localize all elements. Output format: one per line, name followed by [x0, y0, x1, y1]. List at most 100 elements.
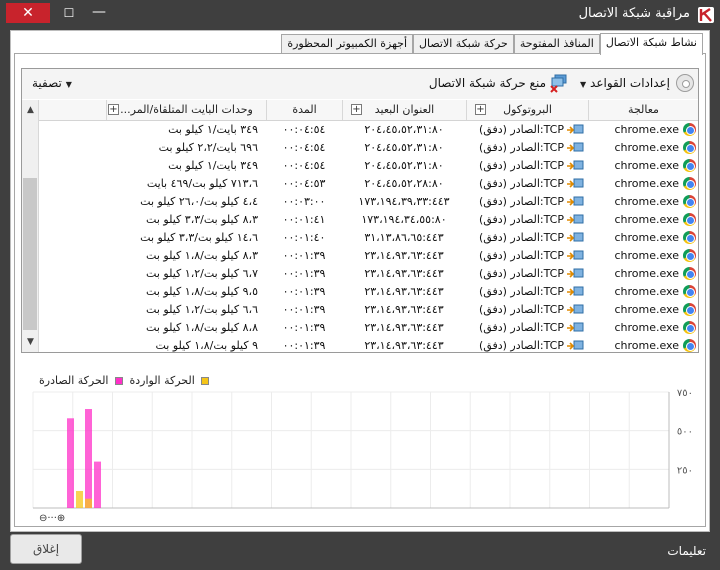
block-traffic-icon[interactable] [550, 73, 568, 93]
remote-address-cell: ٢٠٤،٤٥،٥٢،٣١:٨٠ [364, 141, 444, 154]
duration-cell: ٠٠:٠٤:٥٣ [282, 177, 326, 190]
footer-bar: إغلاق تعليمات [0, 532, 720, 570]
table-row[interactable]: chrome.exe TCP:الصادر (دفق) ٢٣،١٤،٩٣،٦٣:٤٤… [39, 265, 698, 283]
help-link[interactable]: تعليمات [667, 544, 706, 558]
column-header-bytes[interactable]: وحدات البايت المتلقاة/المر... [106, 100, 266, 120]
column-header-duration[interactable]: المدة [266, 100, 342, 120]
incoming-traffic-bar [94, 461, 101, 508]
remote-address-cell: ٢٣،١٤،٩٣،٦٣:٤٤٣ [364, 303, 444, 316]
minimize-button[interactable]: — [88, 3, 110, 23]
table-row[interactable]: chrome.exe TCP:الصادر (دفق) ٢٣،١٤،٩٣،٦٣:٤٤… [39, 301, 698, 319]
chevron-down-icon: ▼ [65, 80, 72, 89]
incoming-traffic-bar [67, 418, 74, 508]
maximize-button[interactable]: ☐ [58, 3, 80, 23]
expand-protocol-icon[interactable]: + [475, 104, 486, 115]
protocol-text: TCP:الصادر (دفق) [478, 195, 564, 208]
process-name: chrome.exe [614, 321, 679, 334]
incoming-traffic-bar [85, 409, 92, 508]
y-tick-label: ٧٥٠ [677, 388, 693, 399]
process-cell: chrome.exe [588, 157, 696, 175]
scroll-down-icon[interactable]: ▼ [22, 332, 39, 352]
network-monitor-window: ✕ ☐ — مراقبة شبكة الاتصال نشاط شبكة الات… [0, 0, 720, 570]
outgoing-connection-icon [567, 160, 584, 170]
protocol-text: TCP:الصادر (دفق) [478, 231, 564, 244]
chrome-icon [683, 249, 696, 262]
table-row[interactable]: chrome.exe TCP:الصادر (دفق) ١٧٣،١٩٤،٣٤،٥٥:… [39, 211, 698, 229]
protocol-text: TCP:الصادر (دفق) [478, 123, 564, 136]
table-row[interactable]: chrome.exe TCP:الصادر (دفق) ٢٣،١٤،٩٣،٦٣:٤٤… [39, 283, 698, 301]
process-name: chrome.exe [614, 177, 679, 190]
remote-address-cell: ٢٣،١٤،٩٣،٦٣:٤٤٣ [364, 321, 444, 334]
gear-icon[interactable] [676, 74, 694, 92]
rules-settings-button[interactable]: إعدادات القواعد ▼ [580, 76, 670, 90]
tab-network-activity[interactable]: نشاط شبكة الاتصال [599, 33, 703, 55]
table-row[interactable]: chrome.exe TCP:الصادر (دفق) ٢٣،١٤،٩٣،٦٣:٤٤… [39, 337, 698, 352]
scroll-thumb[interactable] [23, 178, 37, 330]
close-window-button[interactable]: ✕ [6, 3, 50, 23]
protocol-cell: TCP:الصادر (دفق) [466, 211, 586, 229]
process-cell: chrome.exe [588, 265, 696, 283]
process-cell: chrome.exe [588, 283, 696, 301]
chrome-icon [683, 195, 696, 208]
expand-remote-icon[interactable]: + [351, 104, 362, 115]
process-cell: chrome.exe [588, 193, 696, 211]
bytes-cell: ١٤،٦ كيلو بت/٣،٣ كيلو بت [140, 231, 258, 244]
remote-address-cell: ١٧٣،١٩٤،٣٩،٣٣:٤٤٣ [358, 195, 450, 208]
remote-address-cell: ٢٣،١٤،٩٣،٦٣:٤٤٣ [364, 249, 444, 262]
column-header-process[interactable]: معالجة [588, 100, 698, 120]
window-title: مراقبة شبكة الاتصال [578, 6, 690, 21]
filter-button[interactable]: ▼ تصفية [32, 76, 72, 90]
process-name: chrome.exe [614, 123, 679, 136]
protocol-text: TCP:الصادر (دفق) [478, 303, 564, 316]
duration-cell: ٠٠:٠١:٤٠ [282, 231, 326, 244]
outgoing-connection-icon [567, 268, 584, 278]
process-name: chrome.exe [614, 285, 679, 298]
outgoing-connection-icon [567, 286, 584, 296]
y-tick-label: ٥٠٠ [677, 427, 693, 438]
vertical-scrollbar[interactable]: ▲ ▼ [22, 100, 39, 352]
process-name: chrome.exe [614, 267, 679, 280]
chrome-icon [683, 285, 696, 298]
table-row[interactable]: chrome.exe TCP:الصادر (دفق) ١٧٣،١٩٤،٣٩،٣٣:… [39, 193, 698, 211]
block-traffic-button[interactable]: منع حركة شبكة الاتصال [429, 76, 546, 90]
process-name: chrome.exe [614, 249, 679, 262]
protocol-text: TCP:الصادر (دفق) [478, 249, 564, 262]
tab-open-ports[interactable]: المنافذ المفتوحة [513, 34, 600, 54]
protocol-text: TCP:الصادر (دفق) [478, 339, 564, 352]
process-cell: chrome.exe [588, 139, 696, 157]
bytes-cell: ٦،٧ كيلو بت/١،٢ كيلو بت [146, 267, 258, 280]
process-name: chrome.exe [614, 195, 679, 208]
outgoing-traffic-bar [76, 490, 83, 508]
table-row[interactable]: chrome.exe TCP:الصادر (دفق) ٢٠٤،٤٥،٥٢،٢٨:٨… [39, 175, 698, 193]
tab-blocked-computers[interactable]: أجهزة الكمبيوتر المحظورة [281, 34, 414, 54]
y-tick-label: ٢٥٠ [677, 465, 693, 476]
protocol-text: TCP:الصادر (دفق) [478, 285, 564, 298]
expand-bytes-icon[interactable]: + [108, 104, 119, 115]
remote-address-cell: ٢٠٤،٤٥،٥٢،٣١:٨٠ [364, 159, 444, 172]
protocol-text: TCP:الصادر (دفق) [478, 213, 564, 226]
legend-swatch-incoming [114, 377, 123, 385]
chrome-icon [683, 159, 696, 172]
chrome-icon [683, 231, 696, 244]
tab-network-traffic[interactable]: حركة شبكة الاتصال [413, 34, 514, 54]
table-row[interactable]: chrome.exe TCP:الصادر (دفق) ٢٠٤،٤٥،٥٢،٣١:٨… [39, 157, 698, 175]
chrome-icon [683, 213, 696, 226]
duration-cell: ٠٠:٠١:٣٩ [282, 285, 326, 298]
table-row[interactable]: chrome.exe TCP:الصادر (دفق) ٢٠٤،٤٥،٥٢،٣١:٨… [39, 121, 698, 139]
table-row[interactable]: chrome.exe TCP:الصادر (دفق) ٢٣،١٤،٩٣،٦٣:٤٤… [39, 247, 698, 265]
close-button[interactable]: إغلاق [10, 534, 82, 564]
table-row[interactable]: chrome.exe TCP:الصادر (دفق) ٢٠٤،٤٥،٥٢،٣١:٨… [39, 139, 698, 157]
outgoing-connection-icon [567, 340, 584, 350]
table-row[interactable]: chrome.exe TCP:الصادر (دفق) ٣١،١٣،٨٦،٦٥:٤٤… [39, 229, 698, 247]
protocol-cell: TCP:الصادر (دفق) [466, 247, 586, 265]
traffic-chart: ٧٥٠ ٥٠٠ ٢٥٠ ⊖···⊕ الحركة الواردة الحركة الص… [21, 372, 701, 524]
protocol-cell: TCP:الصادر (دفق) [466, 229, 586, 247]
remote-address-cell: ٢٣،١٤،٩٣،٦٣:٤٤٣ [364, 339, 444, 352]
scroll-up-icon[interactable]: ▲ [22, 100, 39, 120]
bytes-cell: ٦٩٦ بايت/٢،٢ كيلو بت [158, 141, 258, 154]
zoom-slider[interactable]: ⊖···⊕ [39, 513, 65, 524]
table-row[interactable]: chrome.exe TCP:الصادر (دفق) ٢٣،١٤،٩٣،٦٣:٤٤… [39, 319, 698, 337]
bytes-cell: ٨،٨ كيلو بت/١،٨ كيلو بت [146, 321, 258, 334]
table-body: chrome.exe TCP:الصادر (دفق) ٢٠٤،٤٥،٥٢،٣١:٨… [39, 121, 698, 352]
bytes-cell: ٩ كيلو بت/١،٨ كيلو بت [155, 339, 259, 352]
